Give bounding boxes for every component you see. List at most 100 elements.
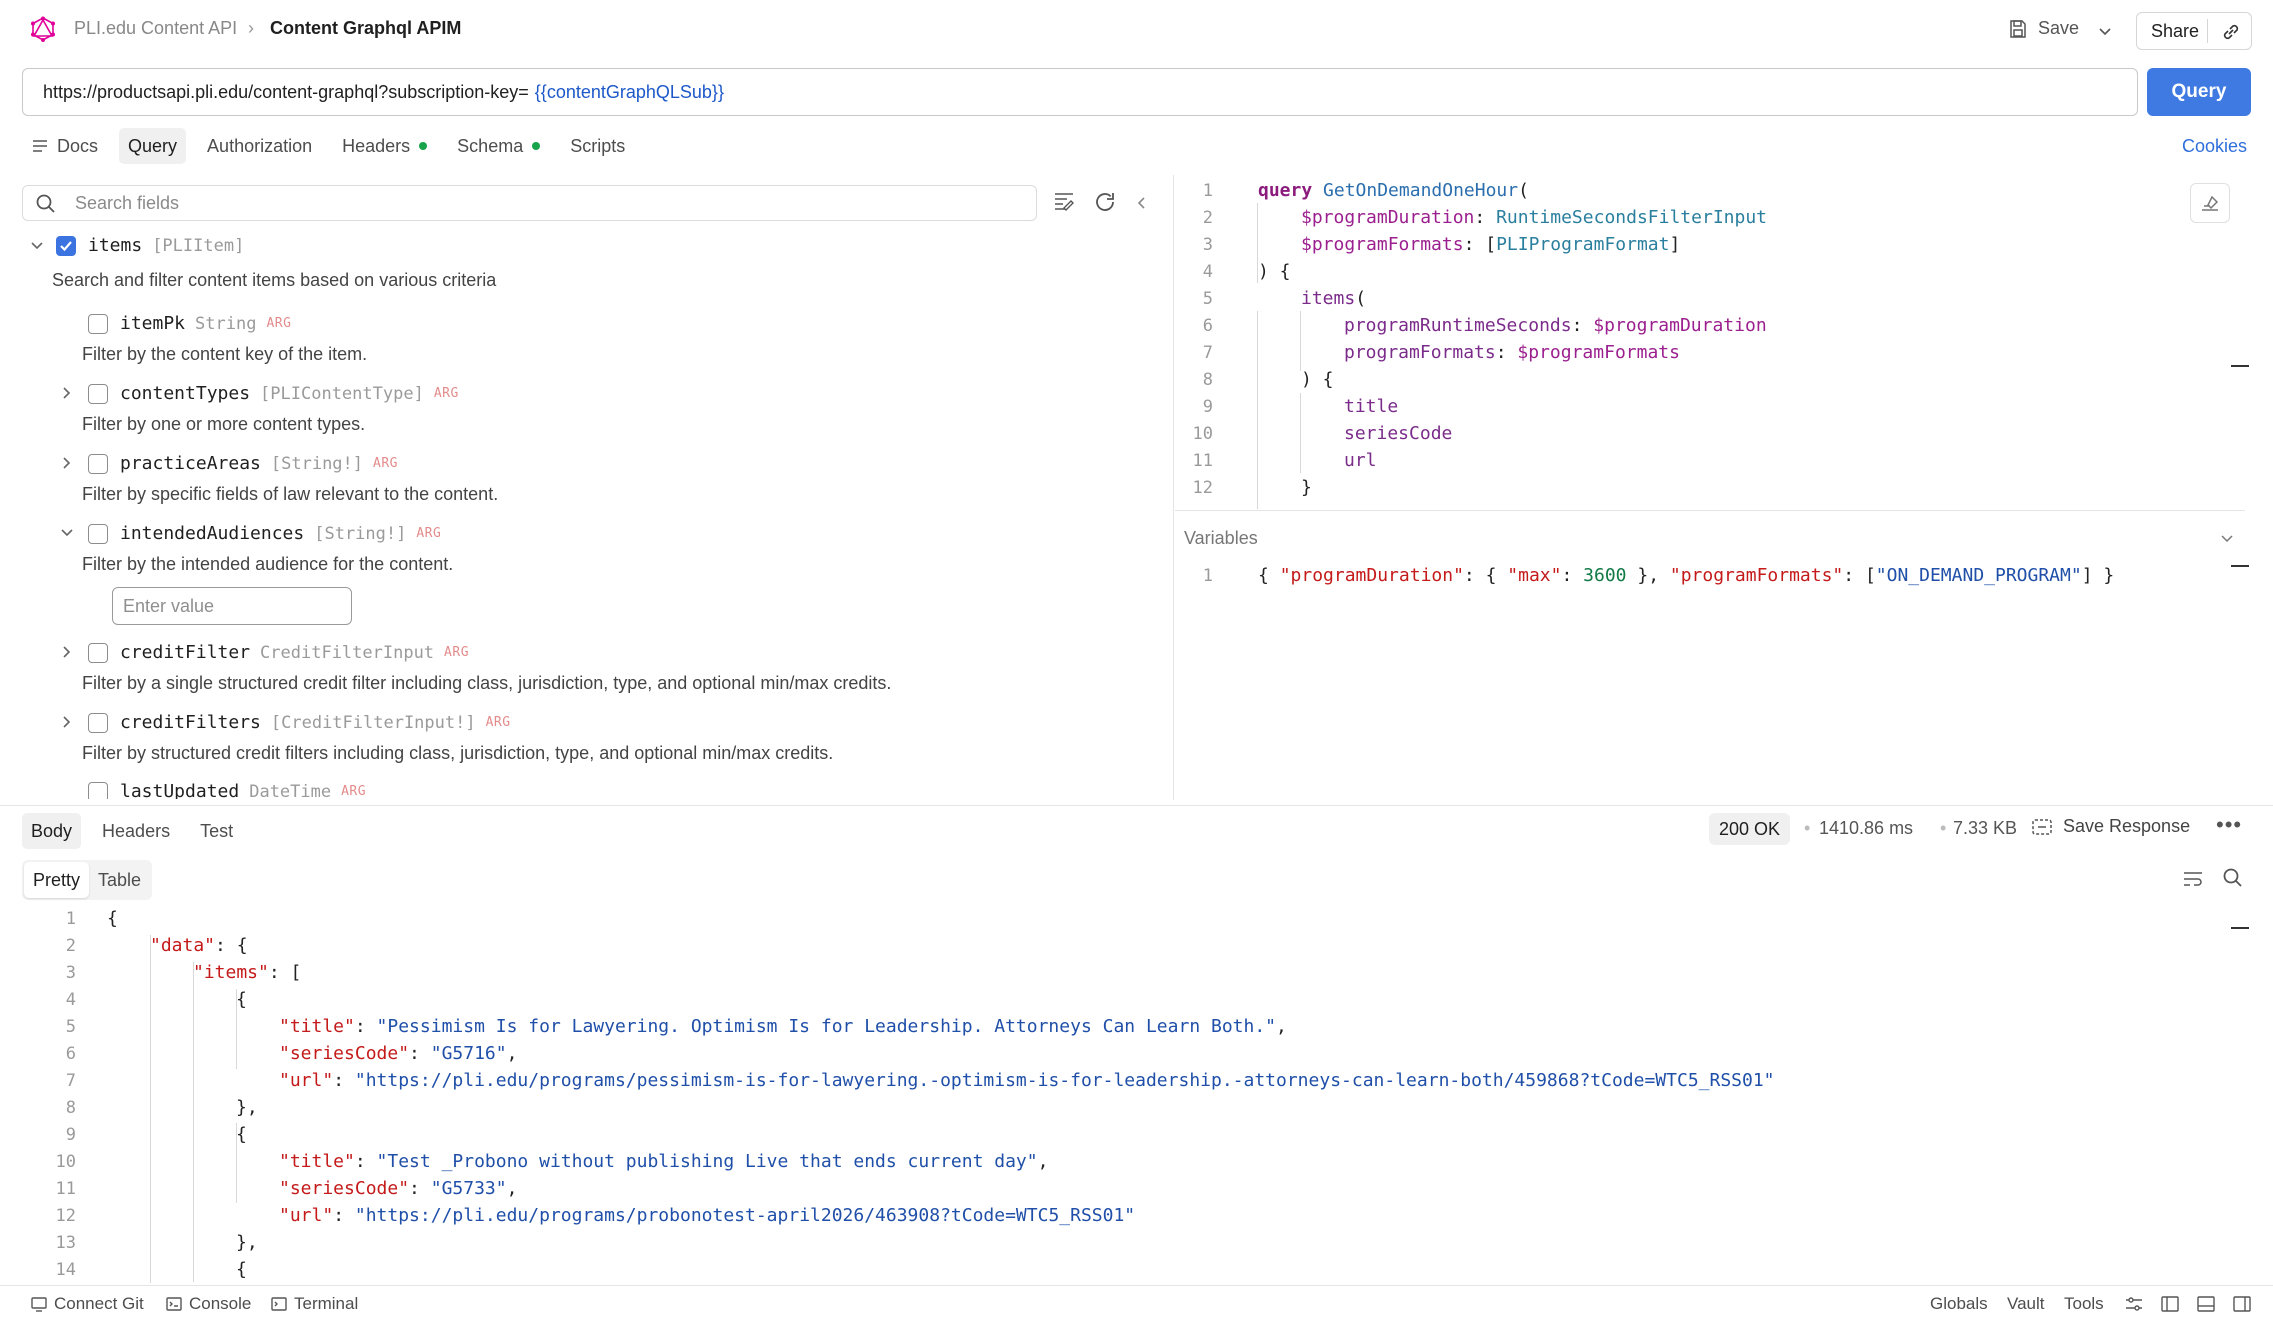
scrollbar-marker[interactable] — [2231, 565, 2249, 567]
console-icon — [166, 1297, 182, 1311]
pane-divider[interactable] — [1173, 175, 1174, 800]
chevron-down-icon[interactable] — [60, 526, 74, 540]
response-divider[interactable] — [0, 805, 2273, 806]
arg-type: String — [195, 313, 257, 334]
chevron-down-icon[interactable] — [2098, 24, 2112, 38]
tab-scripts[interactable]: Scripts — [561, 128, 634, 164]
tab-test[interactable]: Test — [191, 813, 242, 849]
prettify-button[interactable] — [2190, 183, 2230, 223]
line-number: 2 — [1202, 208, 1213, 228]
cookies-link[interactable]: Cookies — [2182, 136, 2247, 157]
wrap-lines-icon[interactable] — [2182, 869, 2204, 889]
view-table[interactable]: Table — [89, 862, 150, 898]
arg-checkbox[interactable] — [88, 642, 108, 663]
chevron-right-icon[interactable] — [60, 645, 74, 659]
tab-response-headers[interactable]: Headers — [93, 813, 179, 849]
save-response-label: Save Response — [2063, 816, 2191, 836]
field-name: items — [88, 235, 143, 256]
response-size: 7.33 KB — [1953, 818, 2018, 838]
docs-icon — [33, 140, 47, 152]
tab-body[interactable]: Body — [22, 813, 82, 849]
variables-editor[interactable]: 1 { "programDuration": { "max": 3600 }, … — [1175, 560, 2225, 780]
arg-name: itemPk — [120, 313, 186, 334]
line-number: 7 — [65, 1071, 76, 1091]
save-button[interactable]: Save — [2008, 18, 2079, 39]
code-line: "url": "https://pli.edu/programs/pessimi… — [279, 1070, 1775, 1091]
arg-intendedaudiences[interactable]: intendedAudiences [String!] ARG — [88, 523, 441, 544]
arg-practiceareas[interactable]: practiceAreas [String!] ARG — [88, 453, 398, 474]
url-variable[interactable]: {{contentGraphQLSub}} — [535, 82, 724, 103]
field-items[interactable]: items [PLIItem] — [56, 235, 244, 256]
arg-creditfilter[interactable]: creditFilter CreditFilterInput ARG — [88, 642, 469, 663]
search-fields-input[interactable] — [75, 192, 975, 214]
more-options-icon[interactable]: ••• — [2216, 812, 2242, 838]
editor-divider[interactable] — [1175, 510, 2245, 511]
view-toggle: Pretty Table — [22, 860, 153, 900]
code-line: seriesCode — [1344, 423, 1452, 444]
chevron-down-icon[interactable] — [2220, 533, 2234, 545]
collapse-panel-icon[interactable] — [1136, 196, 1148, 210]
chevron-down-icon[interactable] — [30, 239, 44, 253]
response-body[interactable]: 1 2 3 4 5 6 7 8 9 10 11 12 13 14 { "data… — [20, 905, 2230, 1283]
line-number: 1 — [65, 909, 76, 929]
console-button[interactable]: Console — [165, 1294, 251, 1314]
arg-name: creditFilter — [120, 642, 251, 663]
tab-headers[interactable]: Headers — [333, 128, 436, 164]
query-button[interactable]: Query — [2147, 68, 2251, 116]
query-editor[interactable]: 1 2 3 4 5 6 7 8 9 10 11 12 query GetOnDe… — [1175, 175, 2235, 509]
arg-checkbox[interactable] — [88, 781, 108, 799]
layout-right-icon[interactable] — [2232, 1295, 2252, 1313]
json-key: "seriesCode" — [279, 1043, 410, 1064]
layout-sidebar-icon[interactable] — [2160, 1295, 2180, 1313]
save-label: Save — [2038, 18, 2080, 38]
arg-creditfilters[interactable]: creditFilters [CreditFilterInput!] ARG — [88, 712, 511, 733]
tab-query[interactable]: Query — [119, 128, 187, 164]
line-number: 5 — [65, 1017, 76, 1037]
arg-contenttypes[interactable]: contentTypes [PLIContentType] ARG — [88, 383, 459, 404]
settings-sliders-icon[interactable] — [2124, 1295, 2144, 1313]
line-number: 7 — [1202, 343, 1213, 363]
url-input[interactable]: https://productsapi.pli.edu/content-grap… — [22, 68, 2138, 116]
refresh-icon[interactable] — [1093, 190, 1117, 214]
layout-bottom-icon[interactable] — [2196, 1295, 2216, 1313]
breadcrumb-parent[interactable]: PLI.edu Content API — [74, 18, 237, 39]
link-icon[interactable] — [2221, 22, 2241, 42]
arg-checkbox[interactable] — [88, 523, 108, 544]
tab-authorization[interactable]: Authorization — [198, 128, 321, 164]
arg-itempk[interactable]: itemPk String ARG — [88, 313, 291, 334]
arg-lastupdated[interactable]: lastUpdated DateTime ARG — [88, 781, 366, 799]
scrollbar-marker[interactable] — [2231, 365, 2249, 367]
tools-button[interactable]: Tools — [2064, 1294, 2104, 1314]
chevron-right-icon[interactable] — [60, 386, 74, 400]
terminal-button[interactable]: Terminal — [270, 1294, 358, 1314]
search-icon[interactable] — [2222, 867, 2244, 889]
share-button[interactable]: Share — [2136, 12, 2252, 50]
status-badge: 200 OK — [1709, 813, 1791, 845]
code-line: ) { — [1301, 369, 1334, 390]
vault-button[interactable]: Vault — [2007, 1294, 2045, 1314]
arg-checkbox[interactable] — [88, 383, 108, 404]
line-number: 4 — [65, 990, 76, 1010]
arg-checkbox[interactable] — [88, 453, 108, 474]
format-query-icon[interactable] — [1052, 190, 1076, 214]
chevron-right-icon[interactable] — [60, 715, 74, 729]
json-key: "items" — [193, 962, 269, 983]
code-line: { — [236, 989, 247, 1010]
items-checkbox[interactable] — [56, 235, 76, 256]
scrollbar-marker[interactable] — [2231, 927, 2249, 929]
field-name: items — [1301, 288, 1356, 309]
arg-checkbox[interactable] — [88, 712, 108, 733]
view-pretty-label: Pretty — [33, 869, 81, 890]
view-pretty[interactable]: Pretty — [24, 862, 90, 898]
arg-description: Filter by specific fields of law relevan… — [82, 484, 499, 504]
chevron-right-icon[interactable] — [60, 456, 74, 470]
connect-git-button[interactable]: Connect Git — [30, 1294, 144, 1314]
page-title: Content Graphql APIM — [270, 18, 462, 38]
arg-value-input[interactable] — [112, 587, 352, 625]
globals-button[interactable]: Globals — [1930, 1294, 1988, 1314]
arg-checkbox[interactable] — [88, 313, 108, 334]
save-response-button[interactable]: Save Response — [2031, 816, 2190, 837]
tab-schema[interactable]: Schema — [448, 128, 549, 164]
code-line: $programFormats: [PLIProgramFormat] — [1301, 234, 1681, 255]
tab-docs[interactable]: Docs — [22, 128, 107, 164]
